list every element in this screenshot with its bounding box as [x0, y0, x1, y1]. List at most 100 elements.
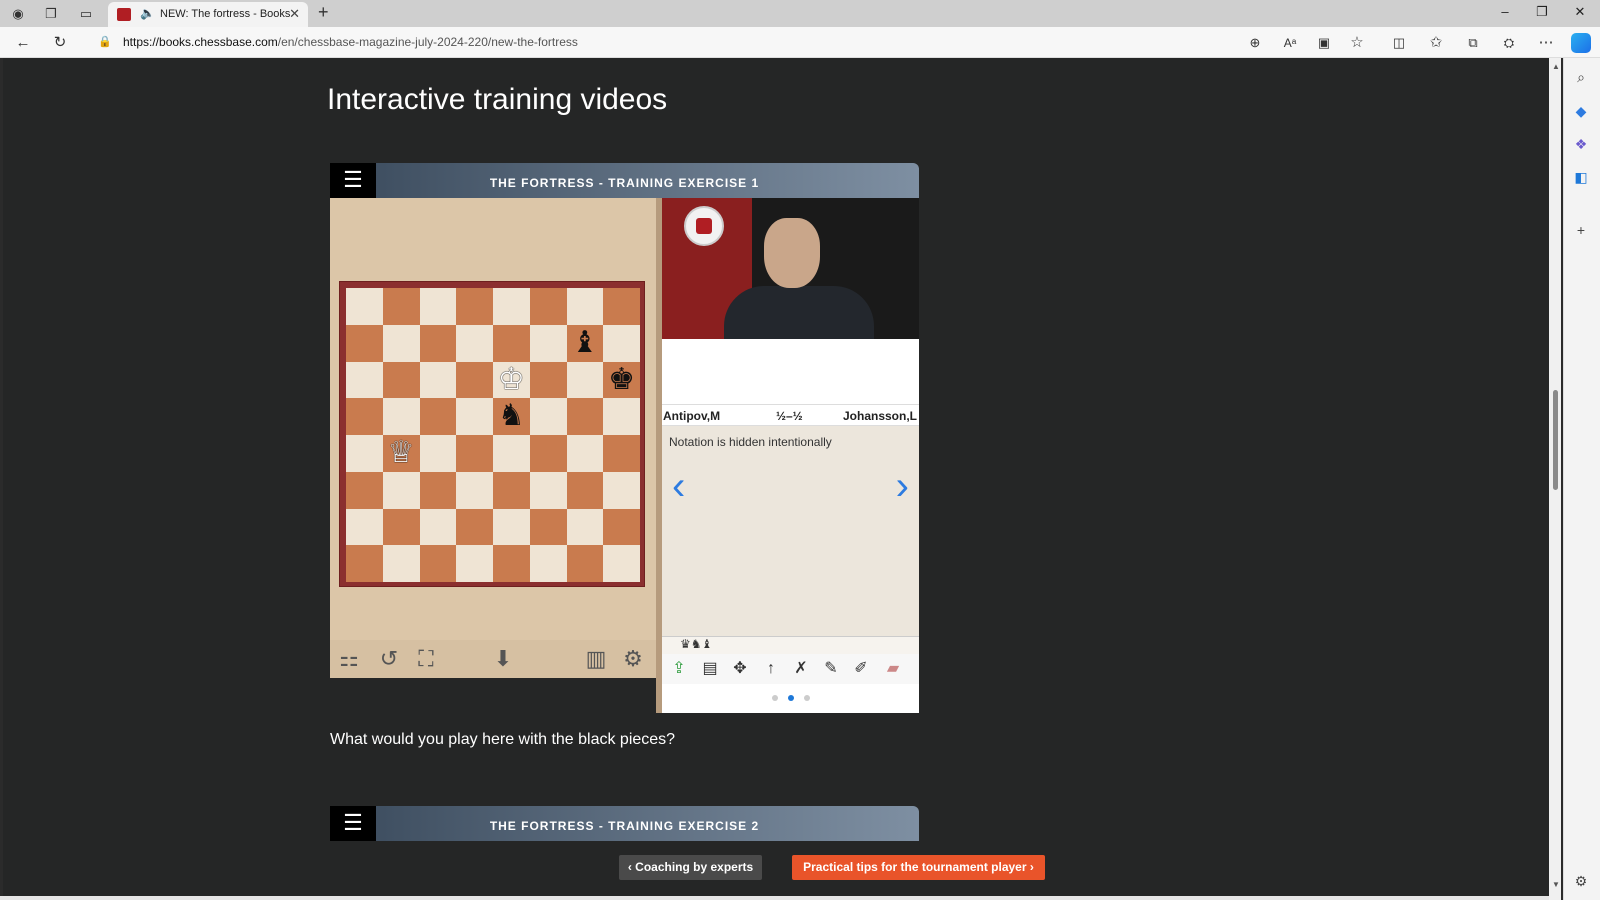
download-icon[interactable]: ⬇	[490, 645, 516, 673]
chess-piece[interactable]: ♞	[498, 399, 525, 432]
page-dot[interactable]	[803, 695, 810, 701]
new-tab-button[interactable]: +	[318, 2, 329, 23]
search-icon[interactable]: ⌕	[1572, 68, 1590, 86]
refresh-icon[interactable]: ↻	[49, 32, 71, 54]
board-square[interactable]	[346, 508, 383, 546]
close-window-button[interactable]: ✕	[1565, 4, 1595, 20]
board-square[interactable]: ♝	[566, 324, 604, 362]
profile-icon[interactable]: ◉	[8, 4, 28, 24]
board-square[interactable]	[529, 471, 567, 509]
board-square[interactable]	[419, 288, 457, 325]
speaker-icon[interactable]: 🔈	[140, 6, 155, 20]
board-square[interactable]	[419, 508, 457, 546]
board-square[interactable]: ♕	[382, 435, 420, 472]
scroll-down-icon[interactable]: ▼	[1552, 880, 1560, 889]
board-square[interactable]	[529, 361, 567, 399]
book-icon[interactable]: ▥	[583, 645, 609, 673]
immersive-reader-icon[interactable]: ▣	[1313, 32, 1335, 54]
board-square[interactable]	[603, 508, 640, 546]
board-square[interactable]	[456, 508, 493, 546]
board-square[interactable]	[529, 288, 567, 325]
board-square[interactable]	[456, 288, 493, 325]
board-square[interactable]	[603, 471, 640, 509]
board-square[interactable]	[566, 508, 604, 546]
more-menu-icon[interactable]: ⋯	[1535, 32, 1557, 54]
board-square[interactable]	[566, 435, 604, 472]
board-square[interactable]	[603, 398, 640, 435]
board-square[interactable]	[456, 361, 493, 399]
add-icon[interactable]: +	[1572, 221, 1590, 239]
page-dot[interactable]	[787, 695, 794, 701]
board-square[interactable]	[566, 471, 604, 509]
board-square[interactable]	[419, 324, 457, 362]
address-url[interactable]: https://books.chessbase.com/en/chessbase…	[123, 35, 578, 49]
board-square[interactable]	[493, 435, 530, 472]
favorite-star-icon[interactable]: ☆	[1346, 32, 1368, 54]
read-aloud-icon[interactable]: Aᵃ	[1279, 32, 1301, 54]
delete-move-icon[interactable]: ✗	[789, 658, 813, 680]
pen-icon[interactable]: ✎	[819, 658, 843, 680]
board-square[interactable]	[566, 361, 604, 399]
board-square[interactable]	[456, 435, 493, 472]
split-screen-icon[interactable]: ◫	[1388, 32, 1410, 54]
board-square[interactable]: ♔	[493, 361, 530, 399]
board-square[interactable]	[456, 324, 493, 362]
board-square[interactable]	[382, 471, 420, 509]
extensions-icon[interactable]: ⛭	[1498, 32, 1520, 54]
flip-board-icon[interactable]: ↺	[376, 645, 402, 673]
board-square[interactable]	[382, 508, 420, 546]
board-square[interactable]	[419, 545, 457, 582]
close-tab-icon[interactable]: ✕	[289, 6, 300, 22]
board-square[interactable]	[603, 324, 640, 362]
board-square[interactable]	[456, 545, 493, 582]
chess-piece[interactable]: ♚	[608, 363, 635, 396]
board-square[interactable]	[566, 288, 604, 325]
zoom-icon[interactable]: ⊕	[1244, 32, 1266, 54]
copilot-icon[interactable]	[1571, 33, 1591, 53]
board-square[interactable]	[493, 545, 530, 582]
board-square[interactable]	[346, 471, 383, 509]
outlook-icon[interactable]: ◧	[1572, 168, 1590, 186]
board-square[interactable]	[456, 398, 493, 435]
engine-icon[interactable]: ⚏	[336, 645, 362, 673]
restore-button[interactable]: ❐	[1527, 4, 1557, 20]
board-square[interactable]: ♚	[603, 361, 640, 399]
board-square[interactable]	[456, 471, 493, 509]
board-square[interactable]	[419, 471, 457, 509]
board-square[interactable]	[529, 545, 567, 582]
minimize-button[interactable]: –	[1490, 4, 1520, 19]
favorites-icon[interactable]: ✩	[1425, 32, 1447, 54]
board-square[interactable]	[419, 398, 457, 435]
lock-icon[interactable]: 🔒	[98, 35, 112, 48]
board-square[interactable]: ♞	[493, 398, 530, 435]
next-page-button[interactable]: Practical tips for the tournament player…	[792, 855, 1045, 880]
board-square[interactable]	[493, 508, 530, 546]
board-square[interactable]	[529, 435, 567, 472]
board-square[interactable]	[346, 435, 383, 472]
fullscreen-icon[interactable]: ⛶	[413, 645, 439, 673]
board-square[interactable]	[346, 324, 383, 362]
board-square[interactable]	[346, 545, 383, 582]
page-dot[interactable]	[771, 695, 778, 701]
chess-piece[interactable]: ♕	[388, 436, 415, 469]
board-square[interactable]	[419, 435, 457, 472]
workspaces-icon[interactable]: ❐	[41, 4, 61, 24]
tools-icon[interactable]: ❖	[1572, 135, 1590, 153]
board-square[interactable]	[529, 398, 567, 435]
board-square[interactable]	[346, 361, 383, 399]
board-square[interactable]	[493, 324, 530, 362]
board-square[interactable]	[603, 288, 640, 325]
board-square[interactable]	[493, 471, 530, 509]
collections-icon[interactable]: ⧉	[1462, 32, 1484, 54]
board-square[interactable]	[566, 398, 604, 435]
back-arrow-icon[interactable]: ←	[12, 32, 34, 54]
prev-page-button[interactable]: ‹ Coaching by experts	[619, 855, 762, 880]
shopping-icon[interactable]: ◆	[1572, 102, 1590, 120]
board-square[interactable]	[566, 545, 604, 582]
video-player[interactable]	[662, 198, 919, 339]
board-square[interactable]	[382, 288, 420, 325]
tab-actions-icon[interactable]: ▭	[76, 4, 96, 24]
board-square[interactable]	[529, 508, 567, 546]
board-square[interactable]	[603, 545, 640, 582]
chevron-left-icon[interactable]: ‹	[672, 464, 685, 509]
